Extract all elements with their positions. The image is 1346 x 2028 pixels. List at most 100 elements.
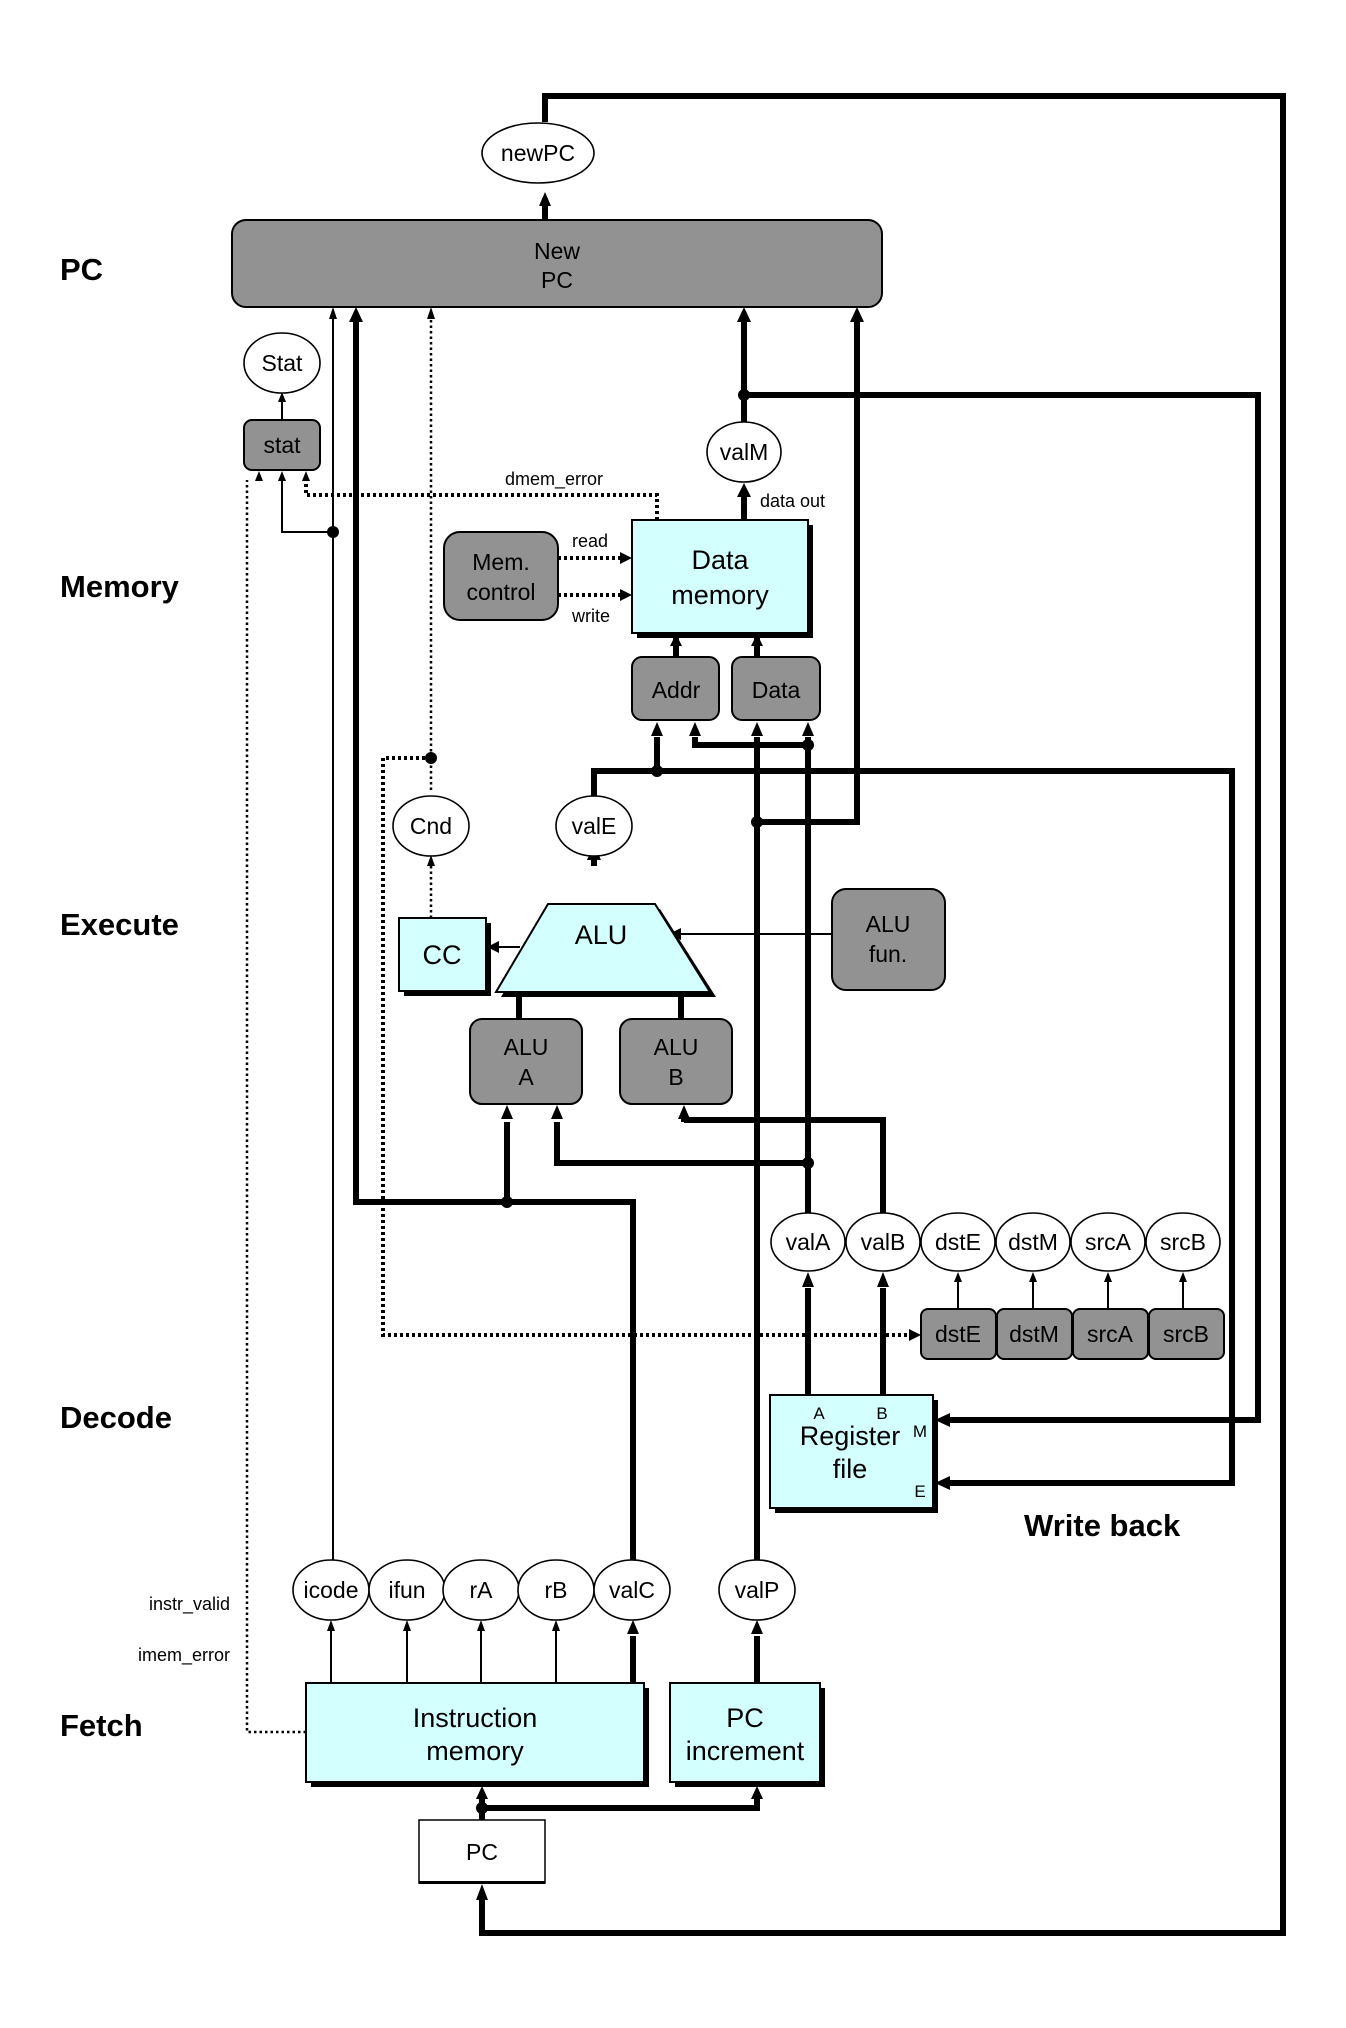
srcb-logic-block[interactable]: srcB [1148,1308,1225,1360]
arrow-dmem-error-stat [302,471,310,481]
ra-text: rA [470,1577,494,1603]
new-pc-block[interactable]: New PC [231,219,883,308]
junction-valp [751,816,763,828]
arrow-vale-addr [651,722,663,736]
label-dmem-error: dmem_error [505,469,603,490]
register-file-block[interactable]: A B M E Register file [769,1394,938,1513]
srca-text: srcA [1085,1229,1132,1255]
mem-control-label-1: Mem. [472,549,530,575]
new-pc-label-2: PC [541,267,573,293]
icode-text: icode [304,1577,359,1603]
srca-logic-text: srcA [1087,1321,1134,1347]
pc-register-text: PC [466,1839,498,1865]
data-memory-label-1: Data [691,545,749,575]
cnd-text: Cnd [410,813,452,839]
arrow-vala-alua [551,1105,563,1119]
mem-control-box [443,531,559,621]
alu-b-box [619,1018,733,1105]
cc-block[interactable]: CC [398,917,491,996]
arrow-valm-newpc [737,307,751,322]
alu-a-label-1: ALU [504,1034,549,1060]
alu-a-block[interactable]: ALU A [469,1018,583,1105]
signal-cnd: Cnd [392,795,470,857]
data-text: Data [752,677,801,703]
arrow-newpc [539,192,551,206]
regfile-port-e: E [914,1482,925,1501]
stage-label-fetch: Fetch [60,1708,143,1743]
arrow-dstm [1029,1272,1037,1282]
alu-b-block[interactable]: ALU B [619,1018,733,1105]
arrow-rb [552,1620,560,1631]
stat-oval-text: Stat [262,350,304,376]
junction-vala-alu [802,1157,814,1169]
wire-imem-error [245,480,306,1734]
alu-fun-label-1: ALU [866,911,911,937]
addr-block[interactable]: Addr [631,656,720,721]
junction-valc [501,1196,513,1208]
pc-increment-label-2: increment [686,1736,805,1766]
newpc-text: newPC [501,140,575,166]
srca-logic-block[interactable]: srcA [1072,1308,1149,1360]
decode-reg-logic: dstE dstM srcA srcB [920,1308,1225,1360]
mem-control-block[interactable]: Mem. control [443,531,559,621]
instruction-memory-label-2: memory [426,1736,524,1766]
data-memory-label-2: memory [671,580,769,610]
stage-label-write-back: Write back [1024,1508,1181,1543]
alu-block[interactable]: ALU [494,903,716,997]
alu-a-box [469,1018,583,1105]
decode-outputs: valA valB dstE dstM srcA srcB [770,1212,1221,1272]
wire-vala-alua [554,1122,808,1166]
mem-control-label-2: control [466,579,535,605]
dstm-logic-block[interactable]: dstM [996,1308,1073,1360]
alu-fun-box [831,888,946,991]
vale-text: valE [572,813,617,839]
alu-b-label-2: B [668,1064,683,1090]
alu-fun-block[interactable]: ALU fun. [831,888,946,991]
data-block[interactable]: Data [731,656,821,721]
valc-text: valC [609,1577,655,1603]
dste-logic-block[interactable]: dstE [920,1308,997,1360]
arrow-valp-data [751,722,763,736]
wire-vala-addr [692,737,808,748]
junction-valm [738,389,750,401]
pc-register-block[interactable]: PC [418,1819,546,1884]
arrow-instr-valid-stat [255,471,263,481]
arrow-write [620,589,632,601]
srcb-text: srcB [1160,1229,1206,1255]
arrow-icode-stat [278,471,286,481]
data-memory-block[interactable]: Data memory [631,519,813,638]
seq-processor-diagram: PC Memory Execute Decode Fetch Write bac… [60,93,1286,1936]
register-file-label-1: Register [800,1421,901,1451]
junction-vala-mem [802,739,814,751]
arrow-ifun [403,1620,411,1631]
register-file-box [769,1394,934,1509]
alu-fun-label-2: fun. [869,941,907,967]
arrow-regfile-vala [802,1272,814,1287]
junction-pc [476,1802,488,1814]
data-memory-box [631,519,809,634]
instruction-memory-block[interactable]: Instruction memory [305,1682,649,1787]
arrow-regfile-valb [877,1272,889,1287]
cc-text: CC [423,940,462,970]
arrow-data-out [737,483,751,497]
arrow-icode [327,1620,335,1631]
valb-text: valB [861,1229,906,1255]
signal-valm: valM [706,421,782,483]
signal-newpc: newPC [481,122,595,184]
dste-text: dstE [935,1229,981,1255]
arrow-ra [477,1620,485,1631]
register-file-label-2: file [833,1454,868,1484]
pc-increment-block[interactable]: PC increment [669,1682,825,1787]
addr-text: Addr [652,677,701,703]
arrow-valc-alua [501,1105,513,1119]
label-read: read [572,531,608,551]
arrow-pc-imem [476,1786,488,1799]
arrow-newpc-pc [476,1884,488,1900]
wire-newpc-loop [479,93,1286,1936]
stat-box-text: stat [263,432,301,458]
arrow-valc [627,1620,639,1634]
arrow-vala-data [802,722,814,736]
stage-label-pc: PC [60,252,103,287]
stage-label-decode: Decode [60,1400,172,1435]
stat-block[interactable]: stat [243,419,321,471]
